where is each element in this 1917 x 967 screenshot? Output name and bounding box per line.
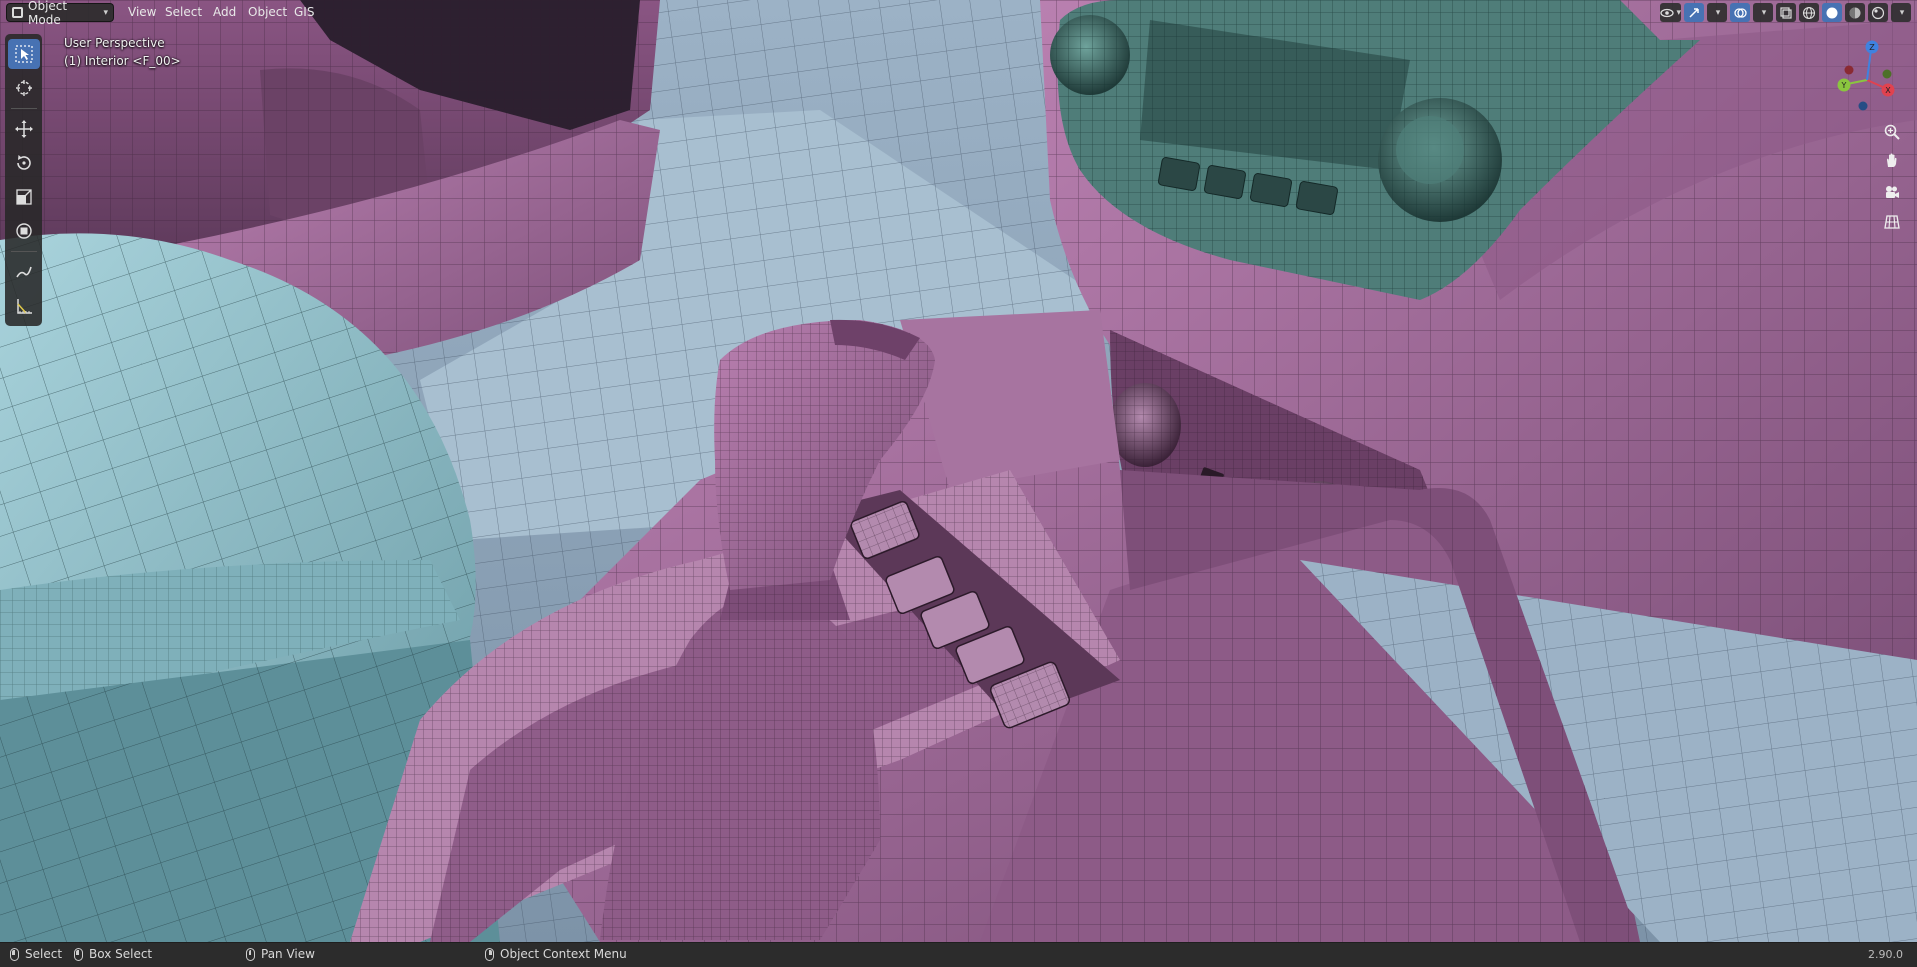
menu-view[interactable]: View (122, 3, 162, 22)
menu-object[interactable]: Object (242, 3, 293, 22)
mode-dropdown[interactable]: Object Mode ▾ (6, 0, 114, 27)
header-right-tools: ▾ ▾ ▾ ▾ (1660, 3, 1911, 22)
menu-select[interactable]: Select (159, 3, 208, 22)
select-box-icon (14, 45, 33, 63)
chevron-down-icon: ▾ (1899, 7, 1905, 18)
perspective-label: User Perspective (64, 36, 165, 50)
hand-icon (1887, 153, 1897, 167)
status-bar: Select Box Select Pan View Object Contex… (0, 942, 1917, 967)
xray-icon (1780, 6, 1792, 19)
pan-button[interactable] (1877, 146, 1907, 174)
mouse-left-icon (10, 947, 19, 961)
move-icon (14, 120, 33, 138)
scale-icon (15, 189, 32, 205)
eye-icon (1660, 8, 1675, 17)
annotate-icon (15, 266, 32, 278)
scale-tool[interactable] (8, 182, 40, 212)
3d-viewport[interactable] (0, 0, 1917, 942)
gizmo-dropdown[interactable]: ▾ (1707, 3, 1727, 22)
mouse-middle-icon (246, 947, 255, 961)
z-axis-line (1866, 49, 1872, 81)
overlays-dropdown[interactable]: ▾ (1753, 3, 1773, 22)
toolbar-divider (10, 108, 37, 109)
wireframe-sphere-icon (1802, 6, 1816, 19)
viewport-scene (0, 0, 1917, 942)
status-pan-view-label: Pan View (261, 947, 315, 961)
collection-label: (1) Interior <F_00> (64, 54, 181, 68)
status-context-menu-label: Object Context Menu (500, 947, 627, 961)
shading-rendered-button[interactable] (1868, 3, 1888, 22)
mode-label: Object Mode (28, 0, 68, 27)
status-select-label: Select (25, 947, 63, 961)
zoom-button[interactable] (1877, 118, 1907, 146)
overlays-toggle-button[interactable] (1730, 3, 1750, 22)
mouse-drag-icon (74, 947, 83, 961)
x-axis-line (1866, 79, 1886, 89)
rotate-icon (16, 155, 31, 170)
chevron-down-icon: ▾ (1676, 7, 1681, 18)
status-pan-view: Pan View (246, 947, 315, 961)
measure-tool[interactable] (8, 291, 40, 321)
select-box-tool[interactable] (7, 39, 40, 69)
chevron-down-icon: ▾ (103, 7, 108, 18)
toolbar-divider (10, 251, 37, 252)
gizmo-icon (1689, 7, 1699, 18)
viewport-header: Object Mode ▾ View Select Add Object GIS… (0, 0, 1917, 27)
visibility-dropdown[interactable]: ▾ (1660, 3, 1681, 22)
camera-view-button[interactable] (1877, 178, 1907, 206)
gizmo-toggle-button[interactable] (1684, 3, 1704, 22)
camera-icon (1886, 186, 1899, 198)
shading-wireframe-button[interactable] (1799, 3, 1819, 22)
rotate-tool[interactable] (8, 148, 40, 178)
status-select: Select (10, 947, 62, 961)
shading-dropdown[interactable]: ▾ (1891, 3, 1911, 22)
z-axis-label: Z (1869, 43, 1875, 52)
xray-toggle-button[interactable] (1776, 3, 1796, 22)
cursor-icon (15, 80, 32, 96)
chevron-down-icon: ▾ (1761, 7, 1767, 18)
transform-tool[interactable] (8, 216, 40, 246)
chevron-down-icon: ▾ (1715, 7, 1721, 18)
move-tool[interactable] (8, 114, 40, 144)
menu-gis[interactable]: GIS (288, 3, 320, 22)
cursor-tool[interactable] (8, 73, 40, 103)
version-label: 2.90.0 (1868, 948, 1903, 961)
shading-solid-button[interactable] (1822, 3, 1842, 22)
status-box-select-label: Box Select (89, 947, 153, 961)
perspective-toggle-button[interactable] (1877, 208, 1907, 236)
object-mode-icon (12, 7, 23, 18)
zoom-icon (1884, 124, 1900, 140)
mouse-right-icon (485, 947, 494, 961)
x-axis-label: X (1885, 86, 1891, 95)
menu-add[interactable]: Add (207, 3, 242, 22)
annotate-tool[interactable] (8, 257, 40, 287)
status-box-select: Box Select (74, 947, 152, 961)
measure-icon (16, 299, 32, 314)
material-sphere-icon (1849, 7, 1861, 18)
neg-y-axis-handle[interactable] (1882, 69, 1892, 79)
overlays-icon (1734, 7, 1747, 18)
tool-shelf (5, 34, 42, 326)
y-axis-label: Y (1841, 81, 1847, 90)
grid-icon (1884, 215, 1900, 229)
viewport-info: User Perspective (1) Interior <F_00> (64, 34, 181, 70)
navigation-gizmo[interactable]: X Y Z (1825, 38, 1909, 122)
solid-sphere-icon (1826, 7, 1838, 18)
transform-icon (15, 223, 32, 239)
neg-z-axis-handle[interactable] (1858, 101, 1868, 111)
rendered-sphere-icon (1871, 6, 1885, 19)
status-context-menu: Object Context Menu (485, 947, 627, 961)
neg-x-axis-handle[interactable] (1844, 65, 1854, 75)
shading-material-button[interactable] (1845, 3, 1865, 22)
